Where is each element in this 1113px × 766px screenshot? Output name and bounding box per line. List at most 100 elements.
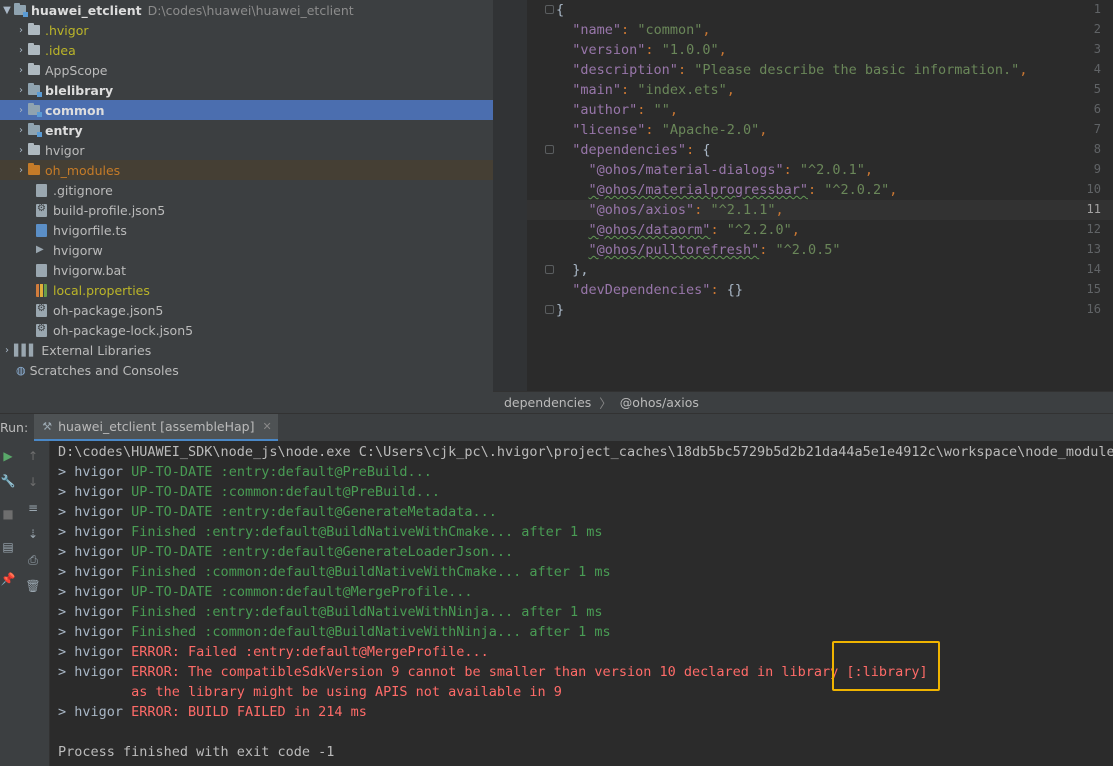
chevron-right-icon[interactable]: › (14, 45, 28, 56)
console-error-line: > hvigor ERROR: Failed :entry:default@Me… (58, 644, 489, 660)
console-command: D:\codes\HUAWEI_SDK\node_js\node.exe C:\… (58, 444, 1113, 460)
annotation-highlight-box (832, 641, 940, 691)
console-line: > hvigor UP-TO-DATE :entry:default@Gener… (58, 544, 514, 560)
tree-item-appscope[interactable]: › AppScope (0, 60, 493, 80)
tree-file-hvigorfile[interactable]: hvigorfile.ts (0, 220, 493, 240)
line-number: 11 (1086, 202, 1101, 216)
code-line: "description": "Please describe the basi… (572, 62, 1028, 78)
tree-external-libraries[interactable]: › ▌▌▌ External Libraries (0, 340, 493, 360)
fold-icon[interactable] (545, 145, 554, 154)
console-line: > hvigor Finished :common:default@BuildN… (58, 624, 611, 640)
rerun-icon[interactable]: ▶ (0, 448, 16, 464)
tree-file-oh-package[interactable]: oh-package.json5 (0, 300, 493, 320)
tree-file-build-profile[interactable]: build-profile.json5 (0, 200, 493, 220)
tree-file-label: local.properties (53, 282, 150, 298)
chevron-right-icon[interactable]: › (14, 165, 28, 176)
pin-icon[interactable]: 📌 (0, 571, 16, 587)
tree-item-label: Scratches and Consoles (29, 362, 179, 378)
tree-item-hvigor-dir[interactable]: › .hvigor (0, 20, 493, 40)
console-error-line: as the library might be using APIS not a… (58, 684, 562, 700)
tree-item-entry[interactable]: › entry (0, 120, 493, 140)
module-folder-icon (28, 103, 42, 117)
chevron-right-icon[interactable]: › (14, 105, 28, 116)
layout-icon[interactable]: ▤ (0, 539, 16, 555)
tree-file-label: hvigorw (53, 242, 103, 258)
code-line: "name": "common", (572, 22, 711, 38)
code-editor[interactable]: 1 2 3 4 5 6 7 8 9 10 11 12 13 14 15 16 { "name": "commo… (493, 0, 1113, 391)
tree-file-label: hvigorw.bat (53, 262, 127, 278)
tree-file-hvigorw-bat[interactable]: hvigorw.bat (0, 260, 493, 280)
tree-item-idea[interactable]: › .idea (0, 40, 493, 60)
chevron-right-icon[interactable]: › (14, 65, 28, 76)
code-line: "version": "1.0.0", (572, 42, 727, 58)
down-arrow-icon[interactable]: ↓ (25, 474, 41, 490)
print-icon[interactable]: ⎙ (25, 552, 41, 568)
breadcrumb-item[interactable]: @ohos/axios (620, 395, 699, 410)
line-number: 12 (1086, 222, 1101, 236)
run-tab-label: huawei_etclient [assembleHap] (58, 418, 255, 434)
chevron-right-icon[interactable]: › (14, 85, 28, 96)
hammer-icon: ⚒ (42, 419, 53, 433)
console-line: > hvigor UP-TO-DATE :entry:default@Gener… (58, 504, 497, 520)
stop-icon[interactable]: ■ (0, 506, 16, 522)
fold-icon[interactable] (545, 5, 554, 14)
console-line: > hvigor Finished :entry:default@BuildNa… (58, 604, 603, 620)
line-number: 7 (1093, 122, 1101, 136)
fold-icon[interactable] (545, 265, 554, 274)
run-panel-header: Run: ⚒ huawei_etclient [assembleHap] ✕ (0, 413, 1113, 442)
console-line: > hvigor Finished :entry:default@BuildNa… (58, 524, 603, 540)
line-number: 14 (1086, 262, 1101, 276)
project-name: huawei_etclient (31, 2, 142, 18)
tree-item-blelibrary[interactable]: › blelibrary (0, 80, 493, 100)
line-number: 9 (1093, 162, 1101, 176)
tree-root[interactable]: ▼ huawei_etclient D:\codes\huawei\huawei… (0, 0, 493, 20)
chevron-right-icon[interactable]: › (14, 145, 28, 156)
close-icon[interactable]: ✕ (263, 420, 272, 433)
up-arrow-icon[interactable]: ↑ (25, 448, 41, 464)
run-label: Run: (0, 420, 29, 435)
code-line: }, (572, 262, 589, 278)
scroll-to-end-icon[interactable]: ⇣ (25, 526, 41, 542)
trash-icon[interactable]: 🗑 (25, 578, 41, 594)
code-line: "@ohos/materialprogressbar": "^2.0.2", (588, 182, 898, 198)
tree-file-hvigorw[interactable]: ▶ hvigorw (0, 240, 493, 260)
run-toolbar-right: ↑ ↓ ≡ ⇣ ⎙ 🗑 (16, 441, 50, 766)
breadcrumb: dependencies 〉 @ohos/axios (493, 391, 1113, 413)
line-number: 10 (1086, 182, 1101, 196)
soft-wrap-icon[interactable]: ≡ (25, 500, 41, 516)
tree-item-label: hvigor (45, 142, 85, 158)
breadcrumb-item[interactable]: dependencies (504, 395, 591, 410)
folder-icon (28, 143, 40, 155)
fold-icon[interactable] (545, 305, 554, 314)
tree-file-oh-package-lock[interactable]: oh-package-lock.json5 (0, 320, 493, 340)
code-line: } (556, 302, 565, 318)
tree-file-local-properties[interactable]: local.properties (0, 280, 493, 300)
tree-item-label: oh_modules (45, 162, 121, 178)
tree-file-gitignore[interactable]: .gitignore (0, 180, 493, 200)
code-line: "@ohos/dataorm": "^2.2.0", (588, 222, 800, 238)
console-error-line: > hvigor ERROR: BUILD FAILED in 214 ms (58, 704, 367, 720)
chevron-right-icon[interactable]: › (14, 25, 28, 36)
tree-item-oh-modules[interactable]: › oh_modules (0, 160, 493, 180)
chevron-down-icon[interactable]: ▼ (0, 5, 14, 16)
tree-item-hvigor[interactable]: › hvigor (0, 140, 493, 160)
typescript-file-icon (36, 223, 47, 237)
run-tab[interactable]: ⚒ huawei_etclient [assembleHap] ✕ (34, 413, 278, 442)
console-output[interactable]: D:\codes\HUAWEI_SDK\node_js\node.exe C:\… (50, 441, 1113, 766)
module-folder-icon (28, 123, 42, 137)
tree-scratches[interactable]: ◍ Scratches and Consoles (0, 360, 493, 380)
code-line: "@ohos/material-dialogs": "^2.0.1", (588, 162, 874, 178)
tree-file-label: build-profile.json5 (53, 202, 166, 218)
wrench-icon[interactable]: 🔧 (0, 473, 16, 489)
chevron-right-icon[interactable]: › (14, 125, 28, 136)
folder-icon (28, 43, 40, 55)
scratches-icon: ◍ (16, 363, 26, 377)
console-line: > hvigor Finished :common:default@BuildN… (58, 564, 611, 580)
tree-item-common[interactable]: › common (0, 100, 493, 120)
config-file-icon (36, 303, 47, 317)
tree-file-label: oh-package-lock.json5 (53, 322, 194, 338)
tree-file-label: oh-package.json5 (53, 302, 164, 318)
module-folder-icon (14, 3, 28, 17)
code-line: { (556, 2, 565, 18)
chevron-right-icon[interactable]: › (0, 345, 14, 356)
